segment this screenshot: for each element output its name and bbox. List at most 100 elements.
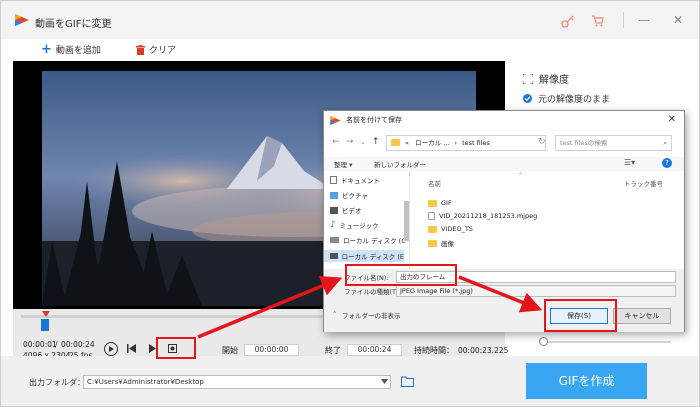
navigation-tree: ドキュメント ピクチャ ビデオ ♪ ミュージック ローカル ディスク (C ロー… xyxy=(324,171,410,269)
dialog-title-bar: 名前を付けて保存 ✕ xyxy=(324,111,684,131)
dialog-footer: ⌃ フォルダーの非表示 保存(S) キャンセル xyxy=(324,299,684,332)
address-bar[interactable]: « ローカル ... › test files xyxy=(386,135,546,151)
close-icon[interactable]: ✕ xyxy=(671,13,685,27)
folder-icon xyxy=(428,239,437,247)
toolbar: + 動画を追加 クリア xyxy=(1,39,699,61)
save-highlight xyxy=(544,299,617,332)
end-label: 終了 xyxy=(325,346,341,355)
snapshot-highlight xyxy=(156,337,196,359)
folder-icon xyxy=(428,199,437,207)
forward-arrow-icon[interactable]: → xyxy=(346,137,354,147)
view-options-icon[interactable]: ☰▾ xyxy=(624,158,635,167)
current-time: 00:00:01 xyxy=(23,340,57,349)
back-arrow-icon[interactable]: ← xyxy=(332,137,340,147)
play-icon xyxy=(109,345,114,352)
tree-item-videos[interactable]: ビデオ xyxy=(330,205,362,215)
tree-item-drive-e[interactable]: ローカル ディスク (E xyxy=(324,250,404,262)
clear-label: クリア xyxy=(149,46,177,56)
start-label: 開始 xyxy=(222,346,238,355)
hide-folders-button[interactable]: フォルダーの非表示 xyxy=(342,310,401,320)
start-time-input[interactable]: 00:00:00 xyxy=(244,344,299,356)
address-prefix: « xyxy=(405,139,409,147)
history-chevron-icon[interactable]: ⌄ xyxy=(360,138,366,146)
search-icon: ⌕ xyxy=(663,139,667,147)
bottom-bar: 出力フォルダ： C:¥Users¥Administrator¥Desktop G… xyxy=(1,356,699,406)
column-name-header[interactable]: 名前 xyxy=(428,178,441,188)
filetype-select[interactable]: JPEG Image File (*.jpg) xyxy=(396,285,676,297)
end-time-input[interactable]: 00:00:24 xyxy=(347,344,402,356)
file-item-label: GIF xyxy=(441,199,452,207)
cart-icon[interactable] xyxy=(591,14,605,28)
timeline-marker xyxy=(42,311,50,317)
tree-item-pictures[interactable]: ピクチャ xyxy=(330,190,368,200)
up-arrow-icon[interactable]: ↑ xyxy=(372,137,380,147)
dialog-close-icon[interactable]: ✕ xyxy=(668,114,676,125)
file-item[interactable]: VIDEO_TS xyxy=(428,225,473,233)
tree-item-music[interactable]: ♪ ミュージック xyxy=(330,220,379,231)
filename-highlight xyxy=(345,264,457,286)
resolution-label: 解像度 xyxy=(539,75,569,86)
search-field[interactable]: test filesの検索 ⌕ xyxy=(555,135,672,151)
picture-icon xyxy=(330,191,338,199)
tree-scrollbar[interactable] xyxy=(404,201,409,241)
resize-icon xyxy=(523,73,533,84)
file-icon xyxy=(428,212,435,220)
slider-track[interactable] xyxy=(541,341,671,343)
file-item[interactable]: 画像 xyxy=(428,238,454,248)
trash-icon xyxy=(136,44,145,55)
slider-thumb[interactable] xyxy=(539,337,548,346)
music-icon: ♪ xyxy=(330,220,336,230)
save-dialog: 名前を付けて保存 ✕ ← → ⌄ ↑ « ローカル ... › test fil… xyxy=(323,110,685,332)
tree-item-label: ビデオ xyxy=(342,207,362,215)
organize-button[interactable]: 整理 ▾ xyxy=(334,159,352,169)
previous-frame-icon[interactable] xyxy=(127,344,136,353)
file-list: 名前 ⌃ トラック番号 GIF VID_20211218_181253.mjpe… xyxy=(412,171,684,269)
create-gif-button[interactable]: GIFを作成 xyxy=(526,363,647,399)
duration-label: 持続時間： xyxy=(414,346,454,355)
file-item[interactable]: GIF xyxy=(428,199,452,207)
dialog-body: ドキュメント ピクチャ ビデオ ♪ ミュージック ローカル ディスク (C ロー… xyxy=(324,171,684,269)
minimize-icon[interactable]: — xyxy=(637,13,651,27)
video-icon xyxy=(330,206,338,214)
tree-item-drive-c[interactable]: ローカル ディスク (C xyxy=(330,235,406,245)
cancel-button[interactable]: キャンセル xyxy=(613,308,671,324)
keep-resolution-label: 元の解像度のまま xyxy=(538,95,611,105)
title-bar: 動画をGIFに変更 — ✕ xyxy=(1,1,699,39)
new-folder-button[interactable]: 新しいフォルダー xyxy=(374,159,426,169)
filetype-label: ファイルの種類(T): xyxy=(344,288,401,296)
check-circle-icon xyxy=(523,94,532,103)
document-icon xyxy=(330,176,337,184)
add-video-button[interactable]: + 動画を追加 xyxy=(41,43,101,57)
address-part2: test files xyxy=(462,139,490,147)
help-icon[interactable]: ? xyxy=(662,158,672,168)
file-item-label: VID_20211218_181253.mjpeg xyxy=(439,212,538,220)
address-folder-icon xyxy=(391,139,400,146)
drive-icon xyxy=(330,253,338,259)
search-placeholder: test filesの検索 xyxy=(560,139,608,147)
app-logo-icon xyxy=(15,14,29,26)
keep-resolution-option[interactable]: 元の解像度のまま xyxy=(523,92,610,105)
folder-icon[interactable] xyxy=(401,376,414,387)
tree-item-label: ピクチャ xyxy=(342,192,368,200)
clear-button[interactable]: クリア xyxy=(136,43,176,56)
key-icon[interactable] xyxy=(561,14,575,28)
tree-item-documents[interactable]: ドキュメント xyxy=(330,175,380,185)
drive-icon xyxy=(330,237,339,243)
file-item[interactable]: VID_20211218_181253.mjpeg xyxy=(428,212,537,220)
play-button[interactable] xyxy=(104,342,118,356)
app-title: 動画をGIFに変更 xyxy=(35,19,112,30)
timeline-handle[interactable] xyxy=(41,319,49,331)
column-track-header[interactable]: トラック番号 xyxy=(624,178,663,188)
divider xyxy=(623,12,624,28)
tree-item-label: ローカル ディスク (C xyxy=(343,237,406,245)
collapse-chevron-icon[interactable]: ⌃ xyxy=(332,310,337,318)
time-separator: / xyxy=(55,340,58,349)
dialog-title: 名前を付けて保存 xyxy=(346,116,402,124)
app-window: 動画をGIFに変更 — ✕ + 動画を追加 クリア 解像度 元の解像度のまま 0… xyxy=(0,0,700,407)
address-part1: ローカル ... xyxy=(415,139,450,147)
chevron-down-icon[interactable] xyxy=(381,379,388,384)
file-item-label: VIDEO_TS xyxy=(441,225,473,233)
file-item-label: 画像 xyxy=(441,240,454,248)
refresh-icon[interactable]: ↻ xyxy=(538,137,546,147)
output-path-field[interactable]: C:¥Users¥Administrator¥Desktop xyxy=(83,375,391,389)
